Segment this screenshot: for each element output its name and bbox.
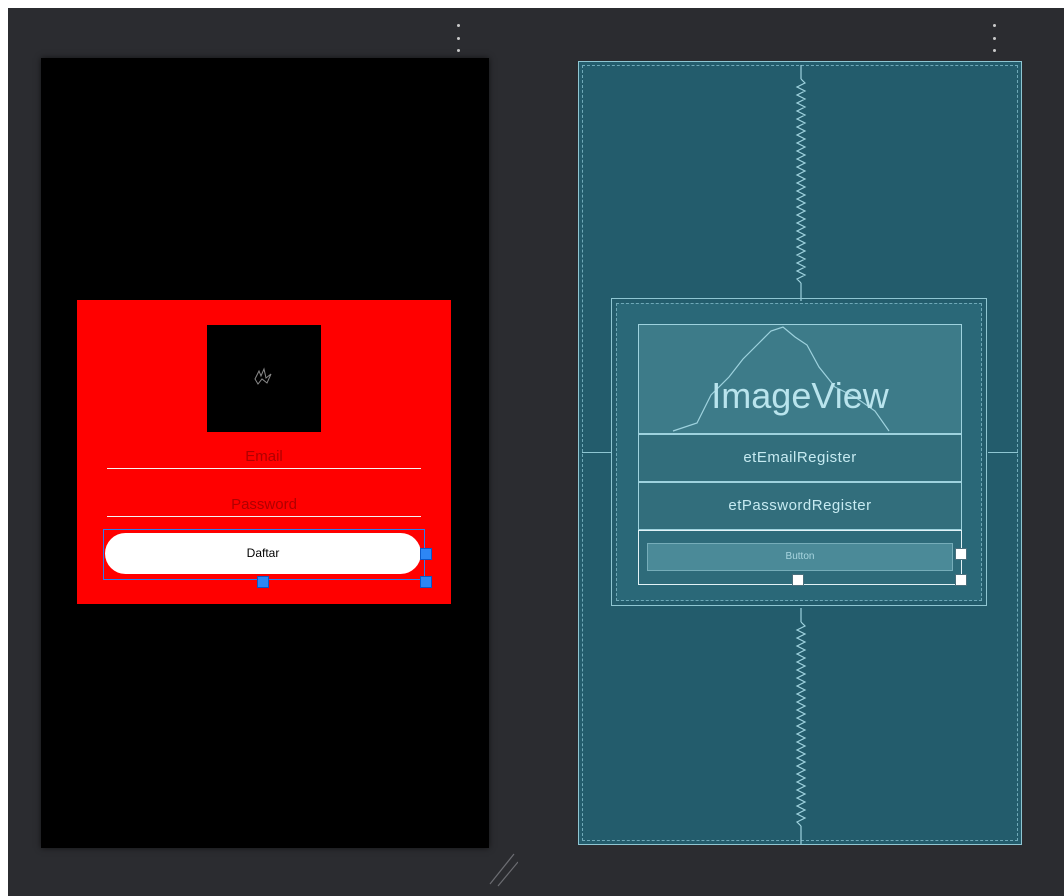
email-field[interactable]: Email — [107, 446, 421, 469]
blueprint-email-field[interactable]: etEmailRegister — [638, 434, 962, 482]
top-constraint-spring-icon — [795, 65, 807, 301]
red-container-layout[interactable]: Email Password Daftar — [77, 300, 451, 604]
constraint-right — [988, 452, 1018, 453]
broken-image-icon — [254, 367, 272, 385]
blueprint-imageview[interactable]: ImageView — [638, 324, 962, 434]
layout-editor-canvas: Email Password Daftar ImageView etEmailR… — [8, 8, 1064, 896]
resize-grip-icon[interactable] — [488, 848, 518, 888]
constraint-left — [582, 452, 612, 453]
blueprint-resize-handle-right[interactable] — [955, 548, 967, 560]
bottom-constraint-spring-icon — [795, 608, 807, 844]
blueprint-password-field[interactable]: etPasswordRegister — [638, 482, 962, 530]
blueprint-view-more-vert-icon[interactable] — [990, 24, 998, 52]
blueprint-resize-handle-bottom-right[interactable] — [955, 574, 967, 586]
design-view-device-frame[interactable]: Email Password Daftar — [41, 58, 489, 848]
image-view-preview[interactable] — [207, 325, 321, 432]
resize-handle-bottom[interactable] — [257, 576, 269, 588]
blueprint-resize-handle-bottom[interactable] — [792, 574, 804, 586]
resize-handle-bottom-right[interactable] — [420, 576, 432, 588]
design-view-more-vert-icon[interactable] — [454, 24, 462, 52]
blueprint-button[interactable]: Button — [647, 543, 953, 571]
imageview-label: ImageView — [711, 375, 889, 416]
daftar-button[interactable]: Daftar — [105, 533, 421, 574]
password-field[interactable]: Password — [107, 494, 421, 517]
resize-handle-right[interactable] — [420, 548, 432, 560]
